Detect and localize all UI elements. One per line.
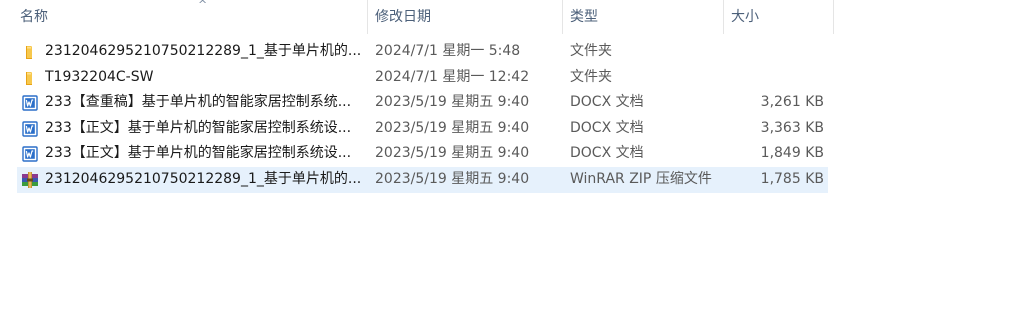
word-doc-icon bbox=[22, 95, 38, 111]
file-type: DOCX 文档 bbox=[570, 145, 644, 162]
file-size: 3,363 KB bbox=[760, 119, 824, 136]
file-row[interactable]: T1932204C-SW 2024/7/1 星期一 12:42 文件夹 bbox=[0, 65, 834, 91]
column-divider[interactable] bbox=[723, 0, 724, 34]
file-modified-date: 2024/7/1 星期一 5:48 bbox=[375, 43, 521, 59]
file-name[interactable]: 2312046295210750212289_1_基于单片机的... bbox=[45, 39, 360, 65]
file-size: 1,849 KB bbox=[760, 145, 824, 162]
file-type: DOCX 文档 bbox=[570, 94, 644, 111]
file-name[interactable]: T1932204C-SW bbox=[45, 65, 360, 91]
column-divider[interactable] bbox=[562, 0, 563, 34]
file-type: WinRAR ZIP 压缩文件 bbox=[570, 170, 712, 187]
column-header-modified-label: 修改日期 bbox=[375, 9, 431, 25]
column-header-type[interactable]: 类型 bbox=[564, 0, 723, 34]
winrar-archive-icon bbox=[22, 171, 38, 188]
file-row[interactable]: 233【正文】基于单片机的智能家居控制系统设... 2023/5/19 星期五 9… bbox=[0, 116, 834, 142]
column-header-modified[interactable]: 修改日期 bbox=[369, 0, 562, 34]
file-type: 文件夹 bbox=[570, 68, 612, 85]
file-row[interactable]: 233【查重稿】基于单片机的智能家居控制系统... 2023/5/19 星期五 9… bbox=[0, 90, 834, 116]
file-size bbox=[724, 39, 824, 65]
column-header-name-label: 名称 bbox=[20, 9, 48, 25]
sort-ascending-icon: ^ bbox=[198, 0, 208, 11]
file-type: DOCX 文档 bbox=[570, 119, 644, 136]
column-header-bar: 名称 ^ 修改日期 类型 大小 bbox=[0, 0, 834, 34]
file-row[interactable]: 2312046295210750212289_1_基于单片机的... 2023/5… bbox=[0, 166, 834, 193]
file-row[interactable]: 233【正文】基于单片机的智能家居控制系统设... 2023/5/19 星期五 9… bbox=[0, 141, 834, 167]
file-list: 2312046295210750212289_1_基于单片机的... 2024/7… bbox=[0, 39, 834, 193]
folder-icon bbox=[22, 70, 38, 86]
file-modified-date: 2023/5/19 星期五 9:40 bbox=[375, 170, 530, 187]
column-divider[interactable] bbox=[367, 0, 368, 34]
file-row[interactable]: 2312046295210750212289_1_基于单片机的... 2024/7… bbox=[0, 39, 834, 65]
file-size: 1,785 KB bbox=[760, 170, 824, 187]
file-size: 3,261 KB bbox=[760, 94, 824, 111]
column-header-size-label: 大小 bbox=[731, 9, 759, 25]
file-name[interactable]: 233【正文】基于单片机的智能家居控制系统设... bbox=[45, 141, 360, 167]
file-type: 文件夹 bbox=[570, 43, 612, 59]
file-size bbox=[724, 65, 824, 91]
file-modified-date: 2023/5/19 星期五 9:40 bbox=[375, 94, 530, 111]
file-modified-date: 2023/5/19 星期五 9:40 bbox=[375, 119, 530, 136]
word-doc-icon bbox=[22, 121, 38, 137]
folder-icon bbox=[22, 44, 38, 60]
column-divider[interactable] bbox=[833, 0, 834, 34]
file-name[interactable]: 2312046295210750212289_1_基于单片机的... bbox=[45, 167, 360, 193]
file-name[interactable]: 233【正文】基于单片机的智能家居控制系统设... bbox=[45, 116, 360, 142]
column-header-size[interactable]: 大小 bbox=[725, 0, 833, 34]
word-doc-icon bbox=[22, 146, 38, 163]
file-modified-date: 2023/5/19 星期五 9:40 bbox=[375, 145, 530, 162]
file-name[interactable]: 233【查重稿】基于单片机的智能家居控制系统... bbox=[45, 90, 360, 116]
column-header-type-label: 类型 bbox=[570, 9, 598, 25]
file-modified-date: 2024/7/1 星期一 12:42 bbox=[375, 68, 530, 85]
file-explorer: 名称 ^ 修改日期 类型 大小 2312046295210750212289_1… bbox=[0, 0, 1024, 311]
column-header-name[interactable]: 名称 ^ bbox=[14, 0, 368, 34]
